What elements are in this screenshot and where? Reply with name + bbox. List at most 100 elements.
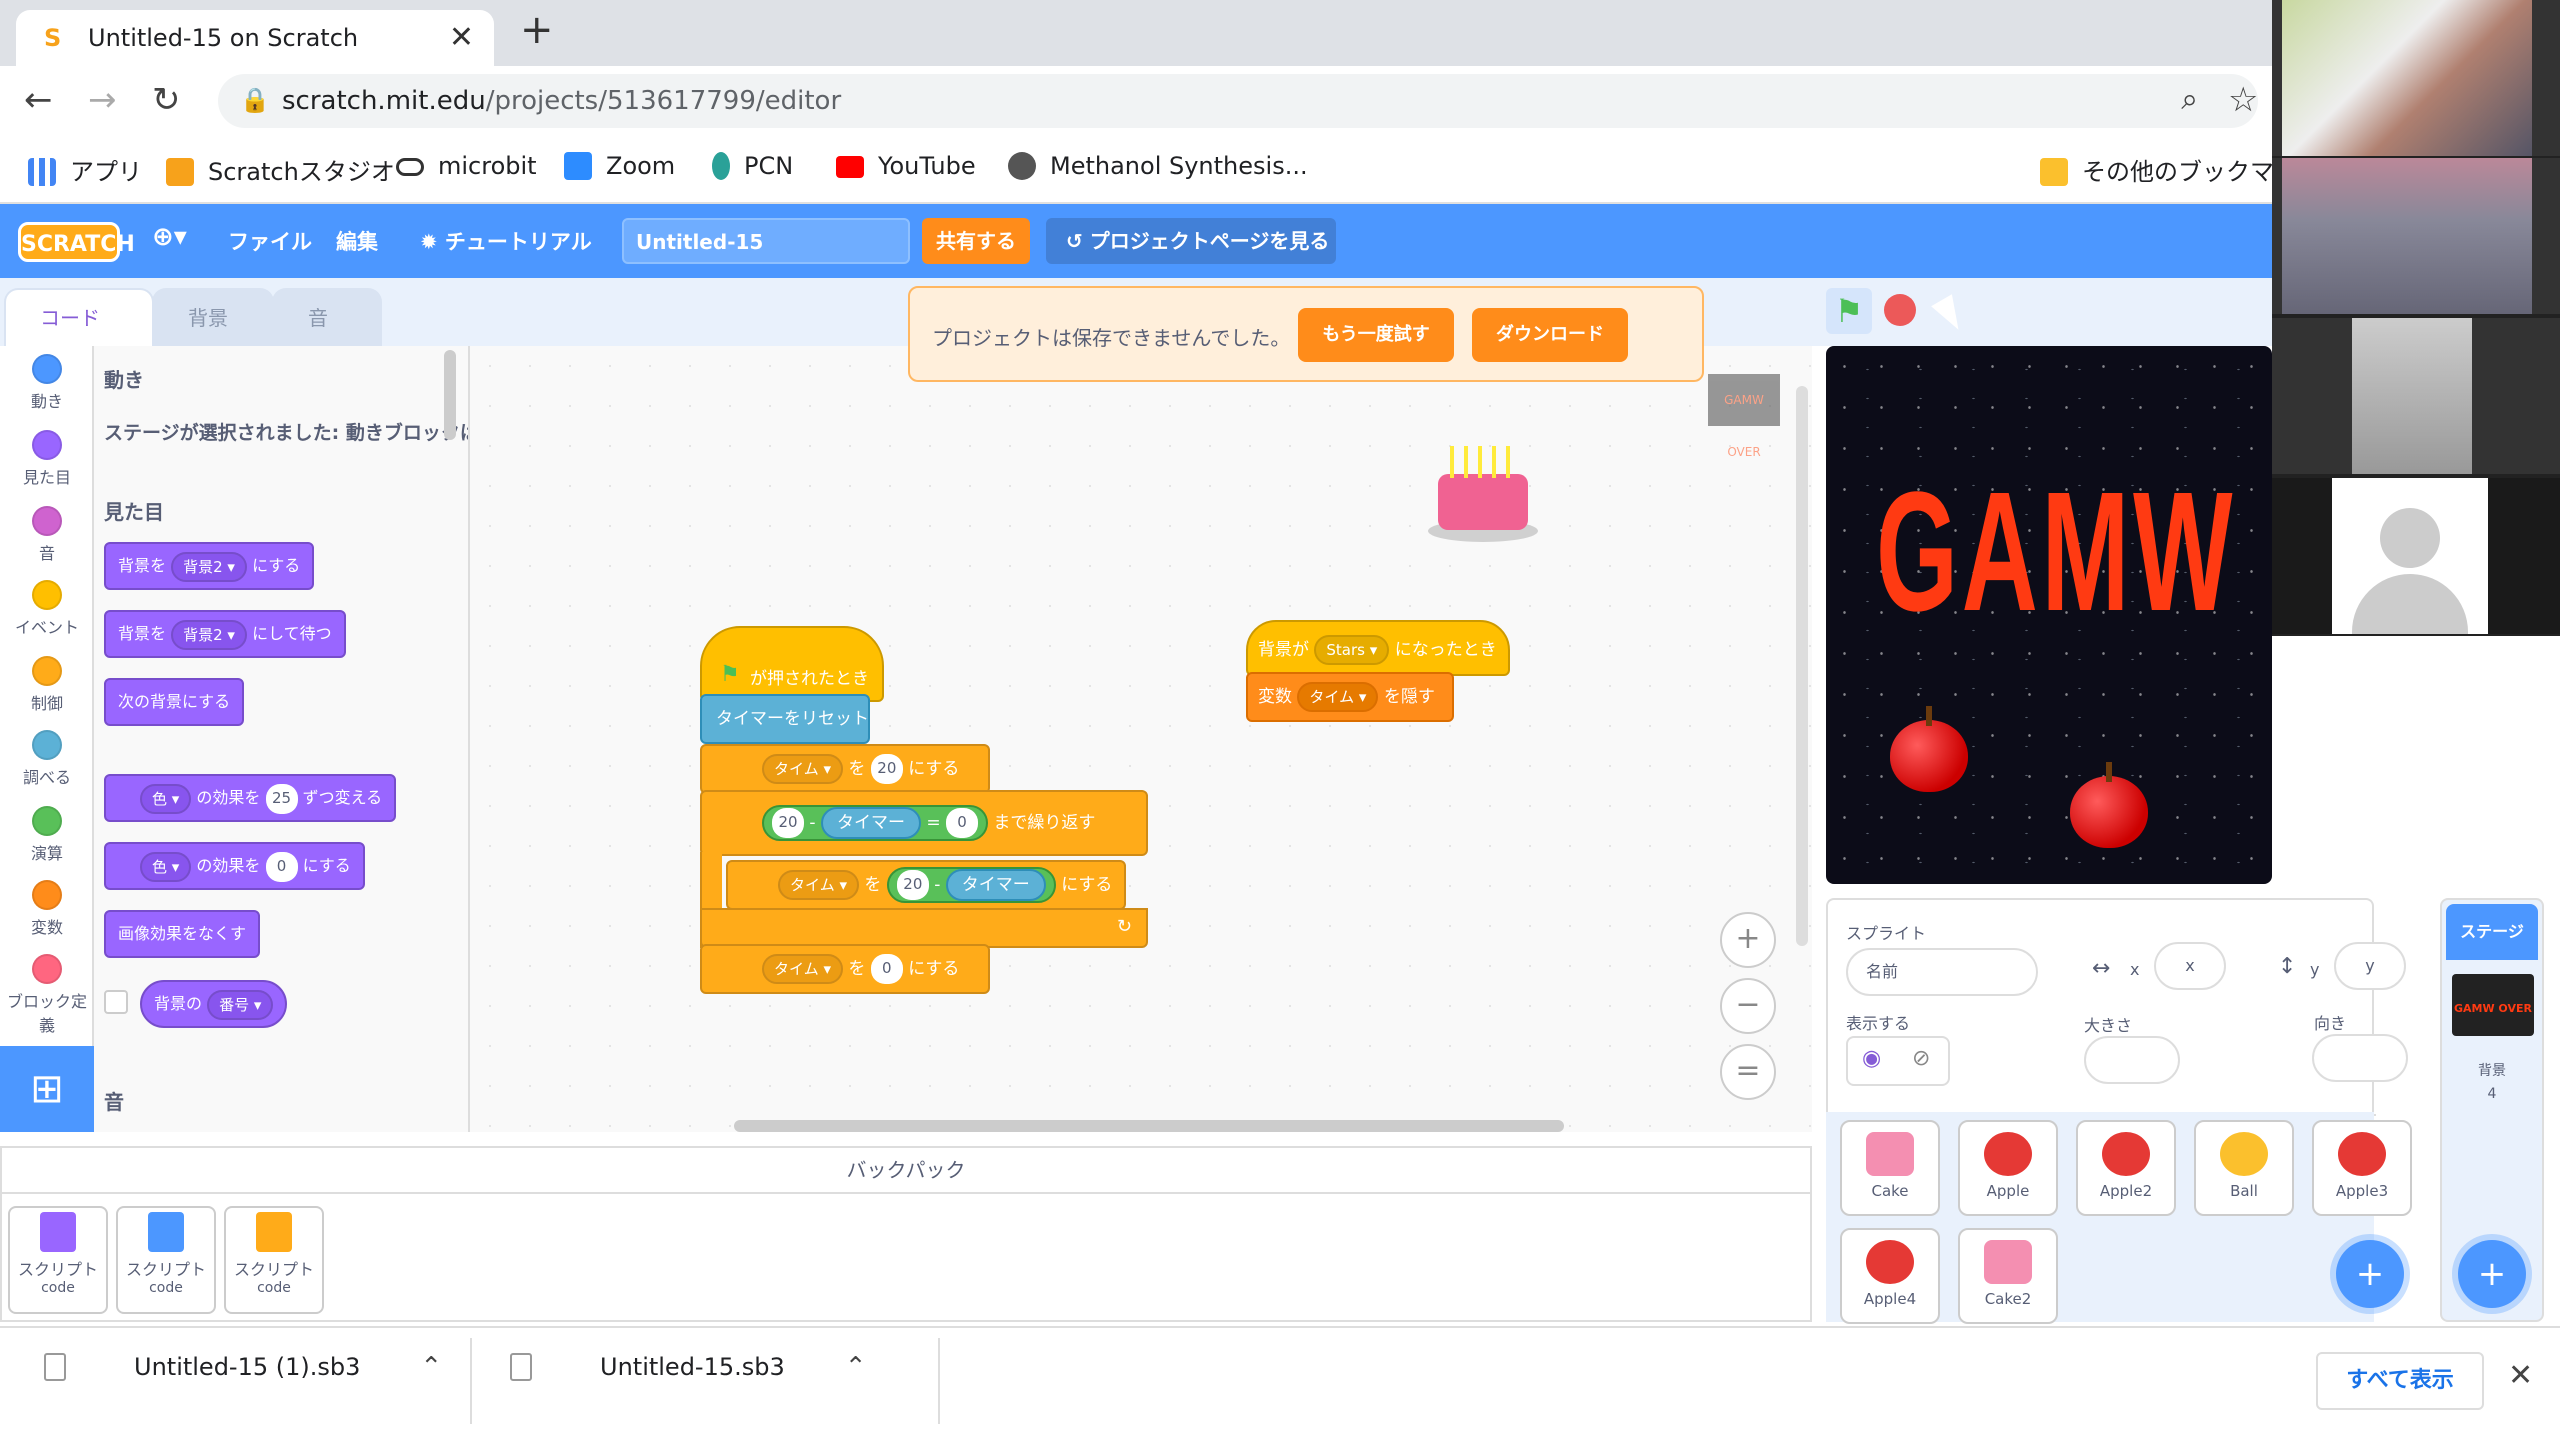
category-operators[interactable]: 演算 [0,806,94,864]
set-effect-block[interactable]: 色 ▾ の効果を 0 にする [104,842,365,890]
horizontal-scrollbar[interactable] [734,1120,1564,1132]
switch-backdrop-wait-block[interactable]: 背景を 背景2 ▾ にして待つ [104,610,346,658]
next-backdrop-block[interactable]: 次の背景にする [104,678,245,726]
retry-button[interactable]: もう一度試す [1298,308,1454,362]
zoom-in-icon[interactable]: + [1720,912,1776,968]
backpack-item[interactable]: スクリプト code [116,1206,216,1314]
apple-sprite[interactable] [2070,762,2148,848]
close-download-bar-icon[interactable]: ✕ [2508,1358,2533,1393]
change-effect-block[interactable]: 色 ▾ の効果を 25 ずつ変える [104,774,397,822]
chevron-up-icon[interactable]: ⌃ [420,1352,442,1382]
timer-reporter[interactable]: タイマー [945,869,1046,901]
category-events[interactable]: イベント [0,580,94,638]
sprite-name-input[interactable]: 名前 [1846,948,2038,996]
sprite-tile-apple4[interactable]: Apple4 [1840,1228,1940,1324]
address-bar[interactable]: 🔒 scratch.mit.edu/projects/513617799/edi… [218,74,2258,128]
direction-input[interactable] [2312,1034,2408,1082]
language-globe-icon[interactable]: ⊕▾ [152,222,187,252]
add-sprite-icon[interactable]: + [2336,1240,2404,1308]
variable-dropdown[interactable]: タイム ▾ [778,870,860,900]
reset-timer-block[interactable]: タイマーをリセット [700,694,870,744]
browser-tab[interactable]: S Untitled-15 on Scratch ✕ [16,10,494,66]
equals-operator[interactable]: 20 - タイマー = 0 [762,805,989,841]
project-title-input[interactable]: Untitled-15 [622,218,910,264]
operand-input[interactable]: 20 [896,870,929,900]
effect-value-input[interactable]: 0 [265,851,298,882]
category-looks[interactable]: 見た目 [0,430,94,488]
bookmark-apps[interactable]: アプリ [28,152,142,187]
scratch-logo[interactable]: SCRATCH [18,222,135,262]
operand-input[interactable]: 0 [946,808,979,838]
stop-icon[interactable] [1884,294,1916,326]
sprite-tile-apple3[interactable]: Apple3 [2312,1120,2412,1216]
category-variables[interactable]: 変数 [0,880,94,938]
variable-dropdown[interactable]: タイム ▾ [1297,682,1379,712]
when-backdrop-switches-hat[interactable]: 背景が Stars ▾ になったとき [1246,620,1510,676]
set-time-expression-block[interactable]: タイム ▾ を 20 - タイマー にする [726,860,1126,910]
category-sensing[interactable]: 調べる [0,730,94,788]
script-area[interactable] [470,346,1812,1132]
bookmark-microbit[interactable]: microbit [396,152,537,180]
sprite-tile-apple[interactable]: Apple [1958,1120,2058,1216]
apple-sprite[interactable] [1890,706,1968,792]
add-extension-button[interactable]: ⊞ [0,1046,94,1132]
chevron-up-icon[interactable]: ⌃ [845,1352,867,1382]
video-tile[interactable] [2272,158,2560,314]
category-my-blocks[interactable]: ブロック定義 [0,954,94,1036]
sprite-tile-ball[interactable]: Ball [2194,1120,2294,1216]
reload-icon[interactable]: ↻ [152,80,181,120]
back-icon[interactable]: ← [24,80,53,120]
sprite-tile-cake[interactable]: Cake [1840,1120,1940,1216]
green-flag-icon[interactable]: ⚑ [1826,288,1872,334]
edit-menu[interactable]: 編集 [336,226,378,256]
set-time-zero-block[interactable]: タイム ▾ を 0 にする [700,944,990,994]
backdrop-dropdown[interactable]: 背景2 ▾ [171,619,247,650]
video-tile[interactable] [2272,478,2560,634]
subtract-operator[interactable]: 20 - タイマー [886,867,1056,903]
forward-icon[interactable]: → [88,80,117,120]
sprite-tile-apple2[interactable]: Apple2 [2076,1120,2176,1216]
sprite-tile-cake2[interactable]: Cake2 [1958,1228,2058,1324]
number-name-dropdown[interactable]: 番号 ▾ [207,989,274,1020]
clear-effects-block[interactable]: 画像効果をなくす [104,910,261,958]
effect-amount-input[interactable]: 25 [265,783,298,814]
backdrop-reporter-checkbox[interactable] [104,990,128,1014]
value-input[interactable]: 20 [870,754,903,784]
hide-variable-block[interactable]: 変数 タイム ▾ を隠す [1246,672,1454,722]
effect-dropdown[interactable]: 色 ▾ [140,783,192,814]
backdrop-dropdown[interactable]: Stars ▾ [1314,635,1390,665]
zoom-out-icon[interactable]: − [1720,978,1776,1034]
add-backdrop-icon[interactable]: + [2458,1240,2526,1308]
category-control[interactable]: 制御 [0,656,94,714]
backdrop-dropdown[interactable]: 背景2 ▾ [171,551,247,582]
bookmark-star-icon[interactable]: ☆ [2228,80,2258,120]
share-button[interactable]: 共有する [922,218,1030,264]
file-menu[interactable]: ファイル [228,226,312,256]
size-input[interactable] [2084,1036,2180,1084]
stage-thumbnail[interactable]: GAMW OVER [2452,974,2534,1036]
when-flag-clicked-hat[interactable]: ⚑ が押されたとき [700,626,884,702]
tab-backdrops[interactable]: 背景 [152,288,274,346]
switch-backdrop-block[interactable]: 背景を 背景2 ▾ にする [104,542,315,590]
backpack-item[interactable]: スクリプト code [8,1206,108,1314]
backpack-header[interactable]: バックパック [2,1148,1810,1194]
bookmark-zoom[interactable]: Zoom [564,152,675,180]
see-project-page-button[interactable]: ↺ プロジェクトページを見る [1046,218,1336,264]
variable-dropdown[interactable]: タイム ▾ [762,754,844,784]
close-tab-icon[interactable]: ✕ [449,20,474,55]
show-all-downloads-button[interactable]: すべて表示 [2316,1352,2484,1410]
effect-dropdown[interactable]: 色 ▾ [140,851,192,882]
repeat-until-block[interactable]: 20 - タイマー = 0 まで繰り返す [700,790,1148,856]
hide-eye-icon[interactable]: ⊘ [1912,1046,1930,1071]
vertical-scrollbar[interactable] [1796,386,1808,946]
value-input[interactable]: 0 [870,954,903,984]
download-item[interactable]: Untitled-15 (1).sb3 ⌃ [44,1352,442,1382]
operand-input[interactable]: 20 [772,808,804,838]
video-tile[interactable] [2272,0,2560,156]
download-button[interactable]: ダウンロード [1472,308,1628,362]
category-motion[interactable]: 動き [0,354,94,412]
x-input[interactable]: x [2154,942,2226,990]
video-tile[interactable] [2272,318,2560,474]
bookmark-pcn[interactable]: PCN [712,152,793,180]
zoom-icon[interactable]: ⌕ [2181,82,2198,117]
